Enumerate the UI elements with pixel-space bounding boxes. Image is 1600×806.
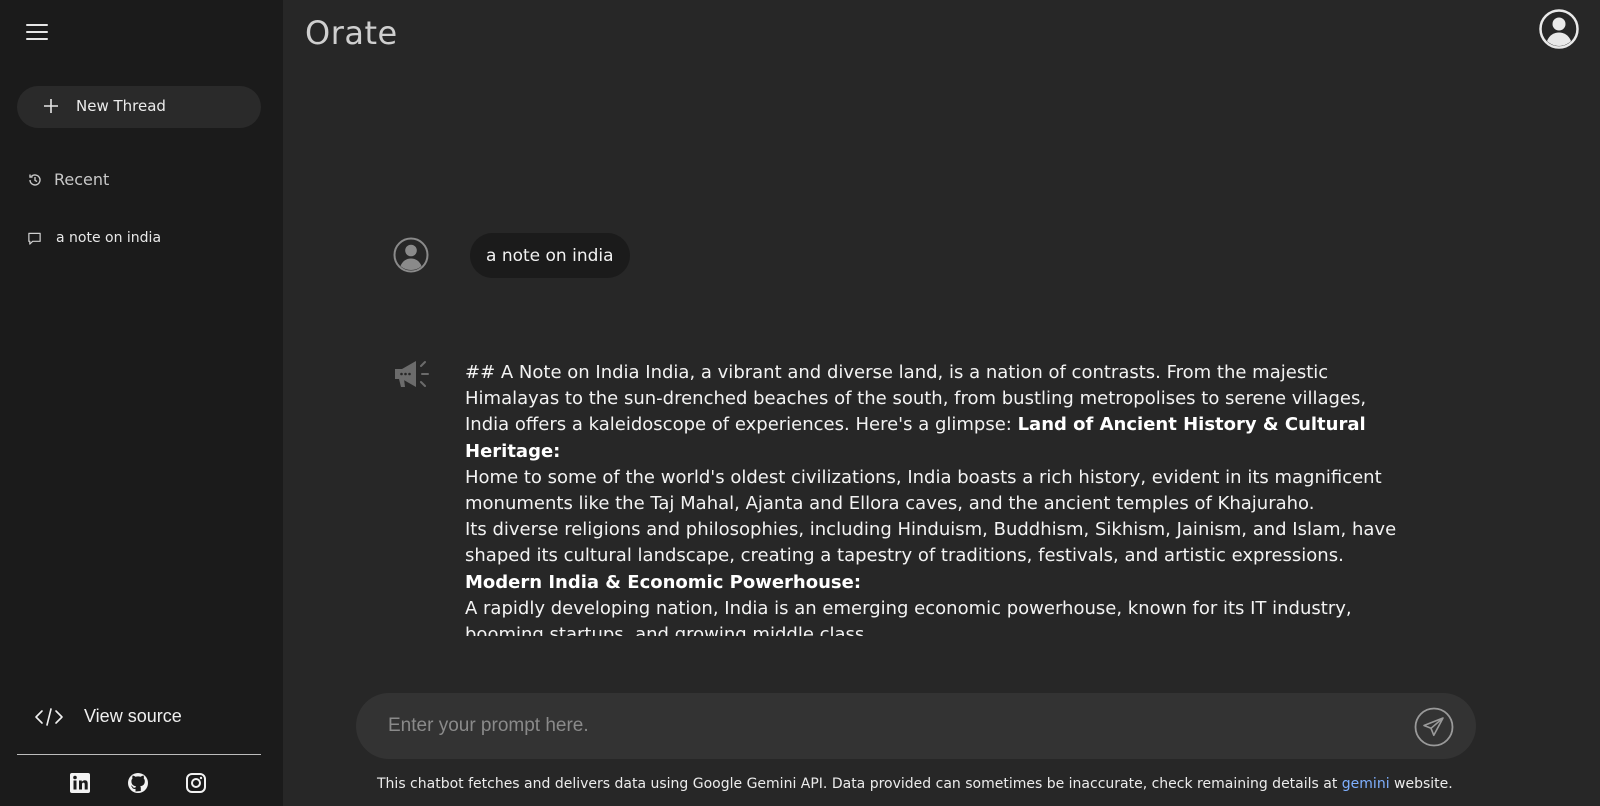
sidebar: New Thread Recent a note on india View s… xyxy=(0,0,283,806)
megaphone-icon xyxy=(395,361,429,387)
recent-header: Recent xyxy=(27,170,109,189)
sidebar-divider xyxy=(17,754,261,755)
history-icon xyxy=(29,173,41,186)
user-avatar-icon xyxy=(393,237,429,273)
new-thread-button[interactable]: New Thread xyxy=(17,86,261,128)
thread-item-label: a note on india xyxy=(56,230,162,246)
response-heading-text: Modern India & Economic Powerhouse: xyxy=(465,571,862,593)
social-links xyxy=(69,772,207,794)
response-paragraph: Its diverse religions and philosophies, … xyxy=(465,519,1397,567)
hamburger-menu-icon[interactable] xyxy=(26,22,50,42)
plus-icon xyxy=(44,99,58,113)
response-heading: Modern India & Economic Powerhouse: xyxy=(465,570,1415,596)
user-message-bubble: a note on india xyxy=(470,233,630,278)
disclaimer-footer: This chatbot fetches and delivers data u… xyxy=(377,776,1453,792)
user-profile-icon[interactable] xyxy=(1539,9,1579,49)
response-paragraph: Home to some of the world's oldest civil… xyxy=(465,466,1382,515)
linkedin-icon[interactable] xyxy=(69,772,91,794)
view-source-link[interactable]: View source xyxy=(34,706,182,727)
prompt-input[interactable] xyxy=(388,711,1348,741)
instagram-icon[interactable] xyxy=(185,772,207,794)
app-title: Orate xyxy=(305,14,398,52)
prompt-bar xyxy=(356,693,1476,759)
code-icon xyxy=(35,707,63,726)
response-paragraph: ## A Note on India India, a vibrant and … xyxy=(465,360,1415,465)
bot-response: ## A Note on India India, a vibrant and … xyxy=(465,360,1415,636)
sidebar-thread-item[interactable]: a note on india xyxy=(27,230,161,246)
gemini-link[interactable]: gemini xyxy=(1342,776,1390,792)
app: New Thread Recent a note on india View s… xyxy=(0,0,1600,806)
recent-label: Recent xyxy=(54,170,110,189)
new-thread-label: New Thread xyxy=(76,97,166,115)
github-icon[interactable] xyxy=(127,772,149,794)
chat-bubble-icon xyxy=(28,232,41,245)
response-paragraph: A rapidly developing nation, India is an… xyxy=(465,597,1352,636)
chat-main: Orate a note on india ## A Note on India… xyxy=(283,0,1600,806)
view-source-label: View source xyxy=(84,706,182,726)
footer-text-end: website. xyxy=(1389,776,1453,792)
send-icon[interactable] xyxy=(1414,707,1454,747)
footer-text: This chatbot fetches and delivers data u… xyxy=(377,776,1342,792)
